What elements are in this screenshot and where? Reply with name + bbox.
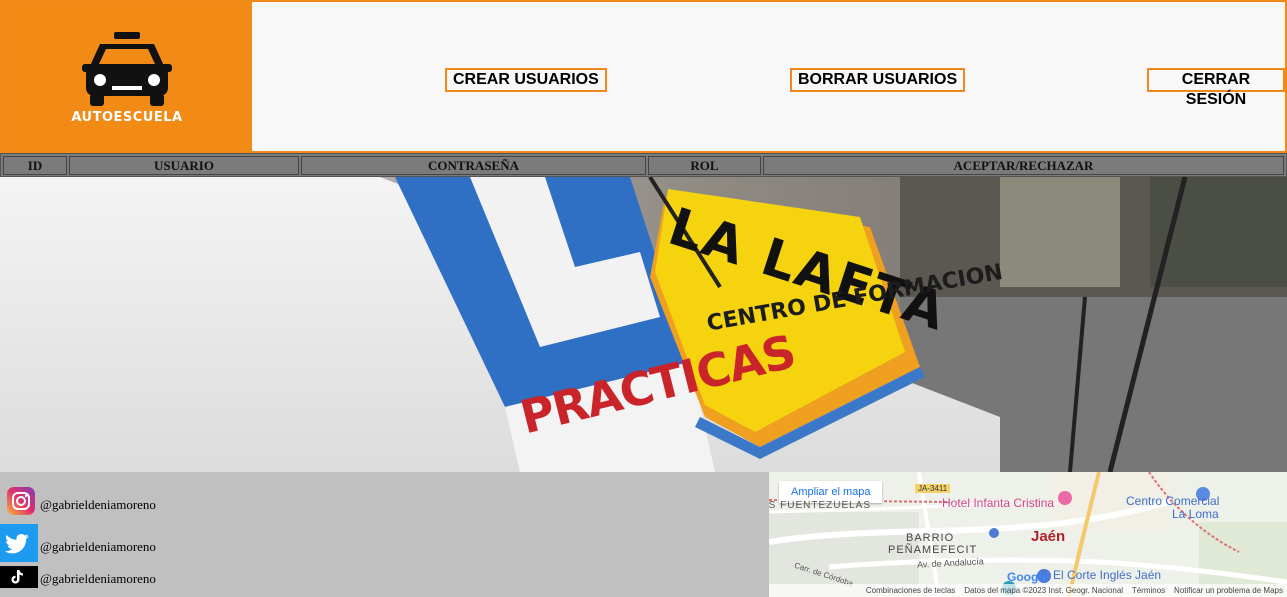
create-users-button[interactable]: CREAR USUARIOS (445, 68, 607, 92)
hero-image: L PRACTICAS LA LAETA CENTRO DE FORMACION (0, 177, 1287, 472)
page-header: AUTOESCUELA CREAR USUARIOS BORRAR USUARI… (0, 0, 1287, 153)
road-badge: JA-3411 (915, 484, 951, 493)
map-label-hotel: Hotel Infanta Cristina (942, 496, 1055, 510)
sign-l-text: L (510, 197, 511, 198)
map-terms-link[interactable]: Términos (1132, 586, 1165, 595)
twitter-handle[interactable]: @gabrieldeniamoreno (40, 539, 156, 555)
instagram-icon (7, 487, 35, 515)
embedded-map[interactable]: Ampliar el mapa JA-3411 AS FUENTEZUELAS … (769, 472, 1287, 597)
car-icon (82, 32, 172, 106)
column-header-user: USUARIO (69, 156, 299, 175)
map-report-link[interactable]: Notificar un problema de Maps (1174, 586, 1283, 595)
driving-school-sign-illustration (0, 177, 1287, 472)
map-label-la-loma: La Loma (1172, 507, 1219, 521)
logo-text: AUTOESCUELA (71, 110, 183, 125)
map-attribution-bar: Combinaciones de teclas Datos del mapa ©… (769, 584, 1287, 597)
map-label-jaen: Jaén (1031, 528, 1066, 545)
map-label-barrio: BARRIO (906, 532, 955, 544)
users-table-header: ID USUARIO CONTRASEÑA ROL ACEPTAR/RECHAZ… (0, 153, 1287, 177)
page-footer: @gabrieldeniamoreno @gabrieldeniamoreno … (0, 472, 1287, 597)
logout-button[interactable]: CERRAR SESIÓN (1147, 68, 1285, 108)
column-header-role: ROL (648, 156, 761, 175)
autoescuela-logo[interactable]: AUTOESCUELA (2, 2, 252, 153)
map-label-centro: Centro Comercial (1126, 494, 1220, 508)
map-shortcuts-link[interactable]: Combinaciones de teclas (866, 586, 955, 595)
twitter-icon (0, 524, 38, 562)
map-label-fuentezuelas: AS FUENTEZUELAS (769, 500, 872, 511)
column-header-password: CONTRASEÑA (301, 156, 646, 175)
column-header-accept-reject: ACEPTAR/RECHAZAR (763, 156, 1284, 175)
tiktok-handle[interactable]: @gabrieldeniamoreno (40, 571, 156, 587)
map-label-penamefecit: PEÑAMEFECIT (888, 544, 978, 556)
map-data-credit: Datos del mapa ©2023 Inst. Geogr. Nacion… (964, 586, 1124, 595)
instagram-handle[interactable]: @gabrieldeniamoreno (40, 497, 156, 513)
column-header-id: ID (3, 156, 67, 175)
map-label-corte-ingles: El Corte Inglés Jaén (1053, 568, 1162, 582)
delete-users-button[interactable]: BORRAR USUARIOS (790, 68, 966, 92)
map-label-google: Google (1007, 570, 1049, 584)
tiktok-icon (0, 566, 38, 588)
